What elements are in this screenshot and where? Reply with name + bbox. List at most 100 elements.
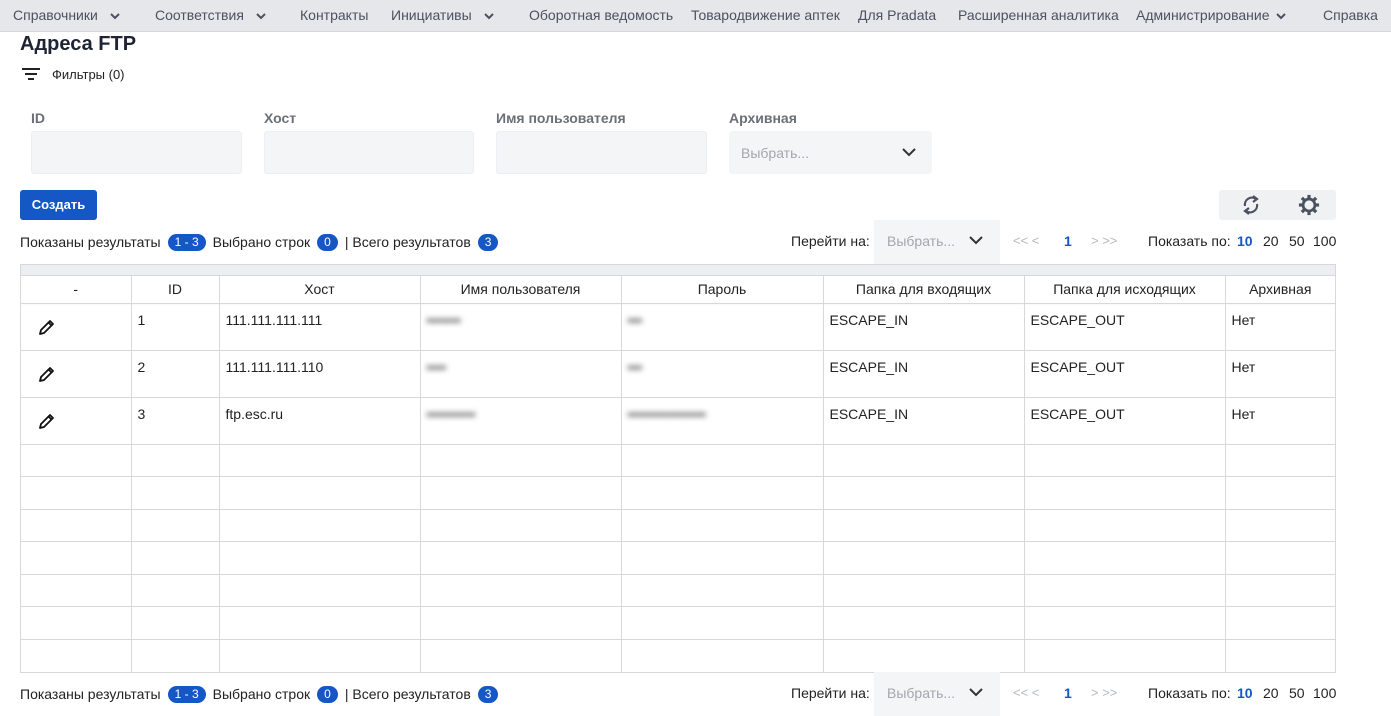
pager-bottom: Перейти на: Выбрать... << < 1 > >> Показ…	[791, 672, 1336, 716]
selected-rows-label: Выбрано строк	[212, 234, 311, 250]
goto-label: Перейти на:	[791, 685, 870, 701]
cell-id: 3	[131, 397, 220, 445]
cell-username: •••••••	[420, 303, 622, 351]
total-count-badge: 3	[477, 233, 499, 251]
page-size-50[interactable]: 50	[1289, 685, 1305, 701]
next-last-page-button[interactable]: > >>	[1091, 685, 1117, 700]
total-results-label: | Всего результатов	[344, 234, 471, 250]
nav-item-directories[interactable]: Справочники	[13, 0, 120, 32]
first-prev-page-button[interactable]: << <	[1013, 233, 1039, 248]
nav-item-label: Контракты	[300, 7, 369, 23]
nav-item-pharmacy-movement[interactable]: Товародвижение аптек	[691, 0, 840, 32]
nav-item-label: Справочники	[13, 7, 98, 23]
gear-icon[interactable]	[1297, 194, 1321, 216]
nav-item-label: Администрирование	[1136, 7, 1270, 23]
host-filter-input[interactable]	[264, 131, 474, 174]
table-row[interactable]: 3 ftp.esc.ru •••••••••• ••••••••••••••••…	[21, 397, 1335, 445]
filters-toggle[interactable]: Фильтры (0)	[22, 64, 125, 84]
archive-filter-select[interactable]: Выбрать...	[729, 131, 932, 174]
nav-item-pradata[interactable]: Для Pradata	[858, 0, 936, 32]
nav-item-label: Для Pradata	[858, 7, 937, 23]
selected-count-badge: 0	[317, 233, 338, 251]
goto-page-select[interactable]: Выбрать...	[874, 672, 1000, 716]
filters-label: Фильтры (0)	[52, 66, 125, 82]
page-size-20[interactable]: 20	[1263, 685, 1279, 701]
chevron-down-icon	[1276, 13, 1286, 20]
pager-top: Перейти на: Выбрать... << < 1 > >> Показ…	[791, 220, 1336, 264]
cell-archive: Нет	[1225, 397, 1335, 445]
table-row[interactable]: 2 111.111.111.110 •••• ••• ESCAPE_IN ESC…	[21, 350, 1335, 398]
user-filter-input[interactable]	[496, 131, 707, 174]
edit-pencil-icon[interactable]	[37, 411, 57, 431]
page-size-20[interactable]: 20	[1263, 233, 1279, 249]
empty-row	[21, 574, 1335, 608]
chevron-down-icon	[484, 13, 494, 20]
page-size-10[interactable]: 10	[1237, 233, 1253, 249]
cell-host: 111.111.111.111	[219, 303, 421, 351]
current-page[interactable]: 1	[1064, 233, 1072, 249]
column-header-outgoing-folder[interactable]: Папка для исходящих	[1024, 276, 1226, 304]
ftp-addresses-table: - ID Хост Имя пользователя Пароль Папка …	[20, 264, 1336, 673]
column-header-password[interactable]: Пароль	[621, 276, 824, 304]
nav-item-label: Соответствия	[155, 7, 244, 23]
empty-row	[21, 476, 1335, 510]
cell-password: •••	[621, 350, 824, 398]
nav-item-mappings[interactable]: Соответствия	[155, 0, 266, 32]
chevron-down-icon	[902, 148, 916, 157]
nav-item-contracts[interactable]: Контракты	[300, 0, 368, 32]
empty-row	[21, 606, 1335, 641]
column-header-id[interactable]: ID	[131, 276, 220, 304]
shown-range-badge: 1 - 3	[167, 233, 206, 251]
nav-item-analytics[interactable]: Расширенная аналитика	[958, 0, 1119, 32]
page-size-50[interactable]: 50	[1289, 233, 1305, 249]
nav-item-help[interactable]: Справка	[1323, 0, 1378, 32]
chevron-down-icon	[256, 13, 266, 20]
column-header-actions: -	[21, 276, 132, 304]
cell-password: ••••••••••••••••	[621, 397, 824, 445]
results-summary-top: Показаны результаты 1 - 3 Выбрано строк …	[20, 233, 505, 251]
create-button[interactable]: Создать	[20, 190, 97, 220]
cell-incoming-folder: ESCAPE_IN	[823, 397, 1025, 445]
column-header-incoming-folder[interactable]: Папка для входящих	[823, 276, 1025, 304]
archive-select-placeholder: Выбрать...	[741, 145, 810, 161]
edit-pencil-icon[interactable]	[37, 317, 57, 337]
nav-item-label: Оборотная ведомость	[529, 7, 674, 23]
selected-count-badge: 0	[317, 685, 338, 703]
nav-item-label: Расширенная аналитика	[958, 7, 1119, 23]
page-size-label: Показать по:	[1148, 685, 1231, 701]
current-page[interactable]: 1	[1064, 685, 1072, 701]
edit-pencil-icon[interactable]	[37, 364, 57, 384]
nav-item-administration[interactable]: Администрирование	[1136, 0, 1286, 32]
table-tools	[1219, 190, 1336, 220]
page-size-100[interactable]: 100	[1313, 233, 1336, 249]
id-filter-input[interactable]	[31, 131, 242, 174]
table-top-strip	[21, 265, 1335, 276]
empty-row	[21, 639, 1335, 673]
next-last-page-button[interactable]: > >>	[1091, 233, 1117, 248]
column-header-username[interactable]: Имя пользователя	[420, 276, 622, 304]
goto-placeholder: Выбрать...	[887, 685, 956, 701]
cell-incoming-folder: ESCAPE_IN	[823, 350, 1025, 398]
cell-password: •••	[621, 303, 824, 351]
page-size-10[interactable]: 10	[1237, 685, 1253, 701]
column-header-archive[interactable]: Архивная	[1225, 276, 1335, 304]
refresh-icon[interactable]	[1239, 194, 1263, 216]
host-filter-label: Хост	[264, 110, 297, 126]
edit-cell	[21, 350, 132, 398]
empty-row	[21, 444, 1335, 478]
cell-outgoing-folder: ESCAPE_OUT	[1024, 303, 1226, 351]
shown-results-label: Показаны результаты	[20, 234, 161, 250]
nav-item-initiatives[interactable]: Инициативы	[391, 0, 494, 32]
page-size-100[interactable]: 100	[1313, 685, 1336, 701]
top-navigation: Справочники Соответствия Контракты Иници…	[0, 0, 1391, 32]
first-prev-page-button[interactable]: << <	[1013, 685, 1039, 700]
table-row[interactable]: 1 111.111.111.111 ••••••• ••• ESCAPE_IN …	[21, 303, 1335, 351]
cell-incoming-folder: ESCAPE_IN	[823, 303, 1025, 351]
id-filter-label: ID	[31, 110, 45, 126]
shown-results-label: Показаны результаты	[20, 686, 161, 702]
goto-page-select[interactable]: Выбрать...	[874, 220, 1000, 264]
nav-item-turnover[interactable]: Оборотная ведомость	[529, 0, 673, 32]
goto-label: Перейти на:	[791, 233, 870, 249]
chevron-down-icon	[110, 13, 120, 20]
column-header-host[interactable]: Хост	[219, 276, 421, 304]
